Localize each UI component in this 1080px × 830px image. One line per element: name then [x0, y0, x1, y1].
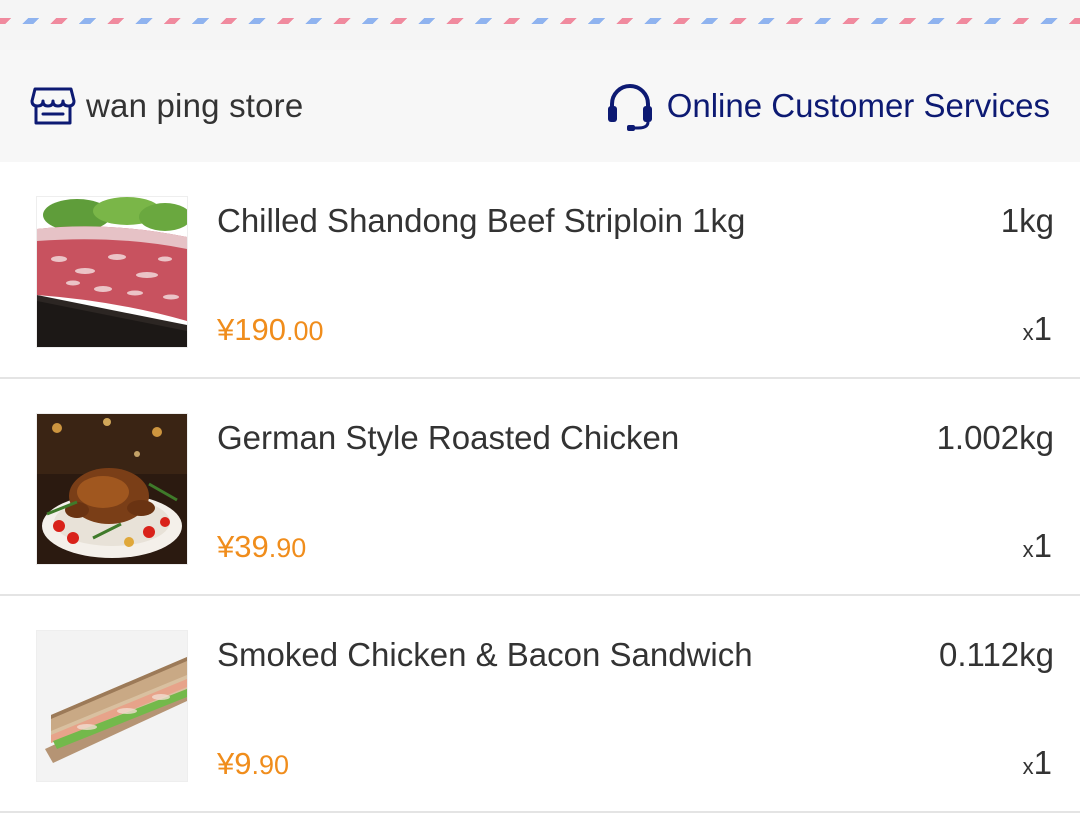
- price-decimal: .90: [268, 533, 307, 563]
- store-link[interactable]: wan ping store: [30, 83, 303, 129]
- item-price: ¥39.90: [217, 529, 306, 565]
- airmail-stripe: [0, 18, 1080, 24]
- customer-service-label: Online Customer Services: [666, 87, 1050, 124]
- price-currency: ¥: [217, 529, 235, 564]
- price-integer: 39: [234, 529, 269, 564]
- quantity-value: 1: [1033, 744, 1052, 781]
- item-weight: 1kg: [1000, 202, 1054, 239]
- price-integer: 9: [234, 746, 252, 781]
- item-name: Smoked Chicken & Bacon Sandwich: [217, 636, 753, 673]
- order-item[interactable]: German Style Roasted Chicken 1.002kg ¥39…: [0, 379, 1080, 596]
- sandwich-image: [36, 630, 188, 782]
- store-icon: [30, 83, 76, 129]
- item-quantity: x1: [1023, 310, 1052, 348]
- quantity-value: 1: [1033, 310, 1052, 347]
- price-decimal: .90: [251, 750, 290, 780]
- order-item[interactable]: Smoked Chicken & Bacon Sandwich 0.112kg …: [0, 596, 1080, 813]
- customer-service-button[interactable]: Online Customer Services: [605, 80, 1050, 132]
- order-item-list: Chilled Shandong Beef Striploin 1kg 1kg …: [0, 162, 1080, 813]
- quantity-value: 1: [1033, 527, 1052, 564]
- quantity-prefix: x: [1022, 537, 1034, 562]
- headset-icon: [605, 80, 655, 132]
- airmail-border: [0, 0, 1080, 50]
- item-weight: 0.112kg: [939, 636, 1054, 673]
- beef-steak-image: [36, 196, 188, 348]
- item-quantity: x1: [1023, 527, 1052, 565]
- store-header: wan ping store Online Customer Services: [0, 50, 1080, 162]
- store-name: wan ping store: [86, 87, 304, 124]
- item-price: ¥190.00: [217, 312, 324, 348]
- roast-chicken-image: [36, 413, 188, 565]
- price-decimal: .00: [285, 316, 324, 346]
- quantity-prefix: x: [1022, 754, 1034, 779]
- item-price: ¥9.90: [217, 746, 289, 782]
- item-name: German Style Roasted Chicken: [217, 419, 680, 456]
- item-quantity: x1: [1023, 744, 1052, 782]
- order-item[interactable]: Chilled Shandong Beef Striploin 1kg 1kg …: [0, 162, 1080, 379]
- price-integer: 190: [234, 312, 286, 347]
- item-weight: 1.002kg: [936, 419, 1054, 456]
- quantity-prefix: x: [1022, 320, 1034, 345]
- price-currency: ¥: [217, 746, 235, 781]
- order-page: wan ping store Online Customer Services: [0, 0, 1080, 830]
- price-currency: ¥: [217, 312, 235, 347]
- item-name: Chilled Shandong Beef Striploin 1kg: [217, 202, 746, 239]
